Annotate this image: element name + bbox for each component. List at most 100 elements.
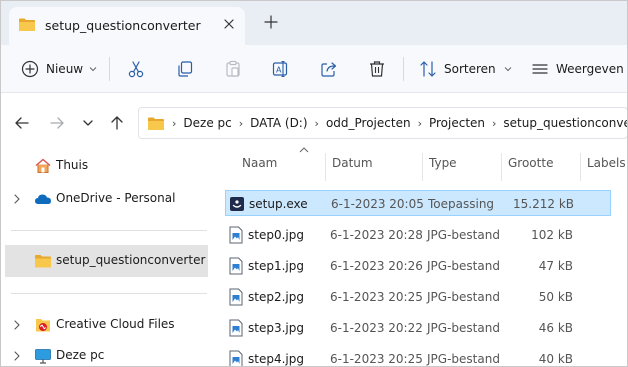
view-button[interactable]: Weergeven (531, 45, 627, 93)
file-size: 46 kB (538, 321, 573, 335)
creative-cloud-icon (36, 319, 50, 332)
breadcrumb: › Deze pc › DATA (D:) › odd_Projecten › … (139, 108, 627, 138)
nav-item-setup-questionconverter[interactable]: setup_questionconverter (5, 245, 208, 277)
file-date: 6-1-2023 20:25 (330, 290, 423, 304)
svg-text:A: A (276, 66, 282, 75)
chevron-right-icon[interactable]: › (418, 117, 422, 130)
table-row[interactable]: step0.jpg 6-1-2023 20:28 JPG-bestand 102… (225, 222, 611, 248)
column-header-label: Datum (332, 156, 373, 170)
chevron-right-icon[interactable]: › (315, 117, 319, 130)
home-icon (35, 158, 51, 173)
chevron-up-icon (299, 147, 309, 153)
sort-icon (420, 61, 436, 77)
breadcrumb-item-odd-projecten[interactable]: odd_Projecten (326, 116, 411, 130)
chevron-right-icon[interactable]: › (239, 117, 243, 130)
new-button[interactable]: Nieuw (21, 45, 97, 93)
command-bar: Nieuw A Sorteren Weergeven (1, 45, 627, 93)
folder-icon (148, 117, 164, 130)
column-header-type[interactable]: Type (423, 153, 501, 175)
file-name: step1.jpg (248, 259, 304, 273)
rename-button[interactable]: A (272, 45, 290, 93)
tab-strip: setup_questionconverter (1, 1, 627, 45)
close-icon[interactable] (221, 16, 237, 32)
file-date: 6-1-2023 20:05 (331, 197, 424, 211)
breadcrumb-item-projecten[interactable]: Projecten (429, 116, 485, 130)
file-name: step4.jpg (248, 352, 304, 366)
file-name: step0.jpg (248, 228, 304, 242)
table-row[interactable]: step4.jpg 6-1-2023 20:25 JPG-bestand 40 … (225, 346, 611, 366)
column-header-labels[interactable]: Labels (581, 153, 627, 175)
folder-icon (19, 18, 35, 31)
rename-icon: A (272, 60, 288, 78)
chevron-right-icon[interactable]: › (172, 117, 176, 130)
trash-icon (370, 61, 384, 77)
arrow-left-icon[interactable] (12, 113, 32, 133)
address-bar[interactable]: › Deze pc › DATA (D:) › odd_Projecten › … (138, 107, 627, 139)
file-name: step3.jpg (248, 321, 304, 335)
sort-button[interactable]: Sorteren (419, 45, 512, 93)
cloud-icon (35, 194, 51, 204)
share-icon (321, 62, 337, 77)
paste-button[interactable] (224, 45, 242, 93)
application-icon (230, 197, 244, 211)
column-header-label: Grootte (508, 156, 554, 170)
cut-button[interactable] (127, 45, 145, 93)
table-row[interactable]: step2.jpg 6-1-2023 20:25 JPG-bestand 50 … (225, 284, 611, 310)
image-file-icon (229, 226, 243, 244)
sort-button-label: Sorteren (444, 62, 496, 76)
arrow-up-icon[interactable] (107, 113, 127, 133)
nav-item-this-pc[interactable]: Deze pc (1, 340, 211, 366)
file-name: step2.jpg (248, 290, 304, 304)
file-date: 6-1-2023 20:28 (330, 228, 423, 242)
chevron-down-icon[interactable] (78, 113, 98, 133)
nav-divider (11, 293, 207, 294)
delete-button[interactable] (368, 45, 386, 93)
copy-button[interactable] (176, 45, 194, 93)
tab-title: setup_questionconverter (45, 18, 201, 33)
nav-item-onedrive[interactable]: OneDrive - Personal (1, 183, 211, 215)
nav-item-label: Thuis (56, 158, 89, 172)
column-header-name[interactable]: Naam (213, 147, 325, 175)
toolbar-divider (403, 57, 404, 81)
paste-icon (226, 60, 240, 77)
breadcrumb-item-data-drive[interactable]: DATA (D:) (250, 116, 307, 130)
plus-icon[interactable] (263, 14, 279, 30)
table-row[interactable]: step1.jpg 6-1-2023 20:26 JPG-bestand 47 … (225, 253, 611, 279)
chevron-right-icon[interactable] (11, 350, 23, 362)
nav-item-creative-cloud[interactable]: Creative Cloud Files (1, 309, 211, 341)
chevron-right-icon[interactable] (11, 193, 23, 205)
share-button[interactable] (320, 45, 338, 93)
file-date: 6-1-2023 20:26 (330, 259, 423, 273)
arrow-right-icon[interactable] (47, 113, 67, 133)
column-header-label: Naam (242, 156, 278, 170)
column-header-size[interactable]: Grootte (502, 153, 580, 175)
nav-divider (11, 230, 207, 231)
scissors-icon (128, 61, 144, 78)
breadcrumb-item-this-pc[interactable]: Deze pc (183, 116, 231, 130)
nav-item-label: OneDrive - Personal (56, 191, 176, 205)
nav-item-label: Deze pc (56, 348, 105, 362)
file-size: 47 kB (538, 259, 573, 273)
column-header-date[interactable]: Datum (326, 153, 422, 175)
column-header-label: Type (429, 156, 457, 170)
new-button-label: Nieuw (46, 62, 84, 76)
table-row[interactable]: setup.exe 6-1-2023 20:05 Toepassing 15.2… (225, 190, 611, 216)
image-file-icon (229, 288, 243, 306)
tab-setup-questionconverter[interactable]: setup_questionconverter (9, 7, 245, 45)
chevron-down-icon (504, 67, 511, 72)
nav-item-home[interactable]: Thuis (1, 150, 211, 182)
breadcrumb-item-setup-questionconverter[interactable]: setup_questionconverter (503, 116, 627, 130)
file-size: 15.212 kB (513, 197, 574, 211)
column-header-label: Labels (587, 156, 626, 170)
file-size: 50 kB (538, 290, 573, 304)
chevron-right-icon[interactable]: › (492, 117, 496, 130)
file-date: 6-1-2023 20:22 (330, 321, 423, 335)
file-date: 6-1-2023 20:25 (330, 352, 423, 366)
file-name: setup.exe (249, 197, 308, 211)
chevron-down-icon (89, 67, 97, 72)
table-row[interactable]: step3.jpg 6-1-2023 20:22 JPG-bestand 46 … (225, 315, 611, 341)
view-icon (532, 64, 548, 74)
chevron-right-icon[interactable] (11, 319, 23, 331)
image-file-icon (229, 319, 243, 337)
nav-item-label: setup_questionconverter (56, 253, 206, 267)
